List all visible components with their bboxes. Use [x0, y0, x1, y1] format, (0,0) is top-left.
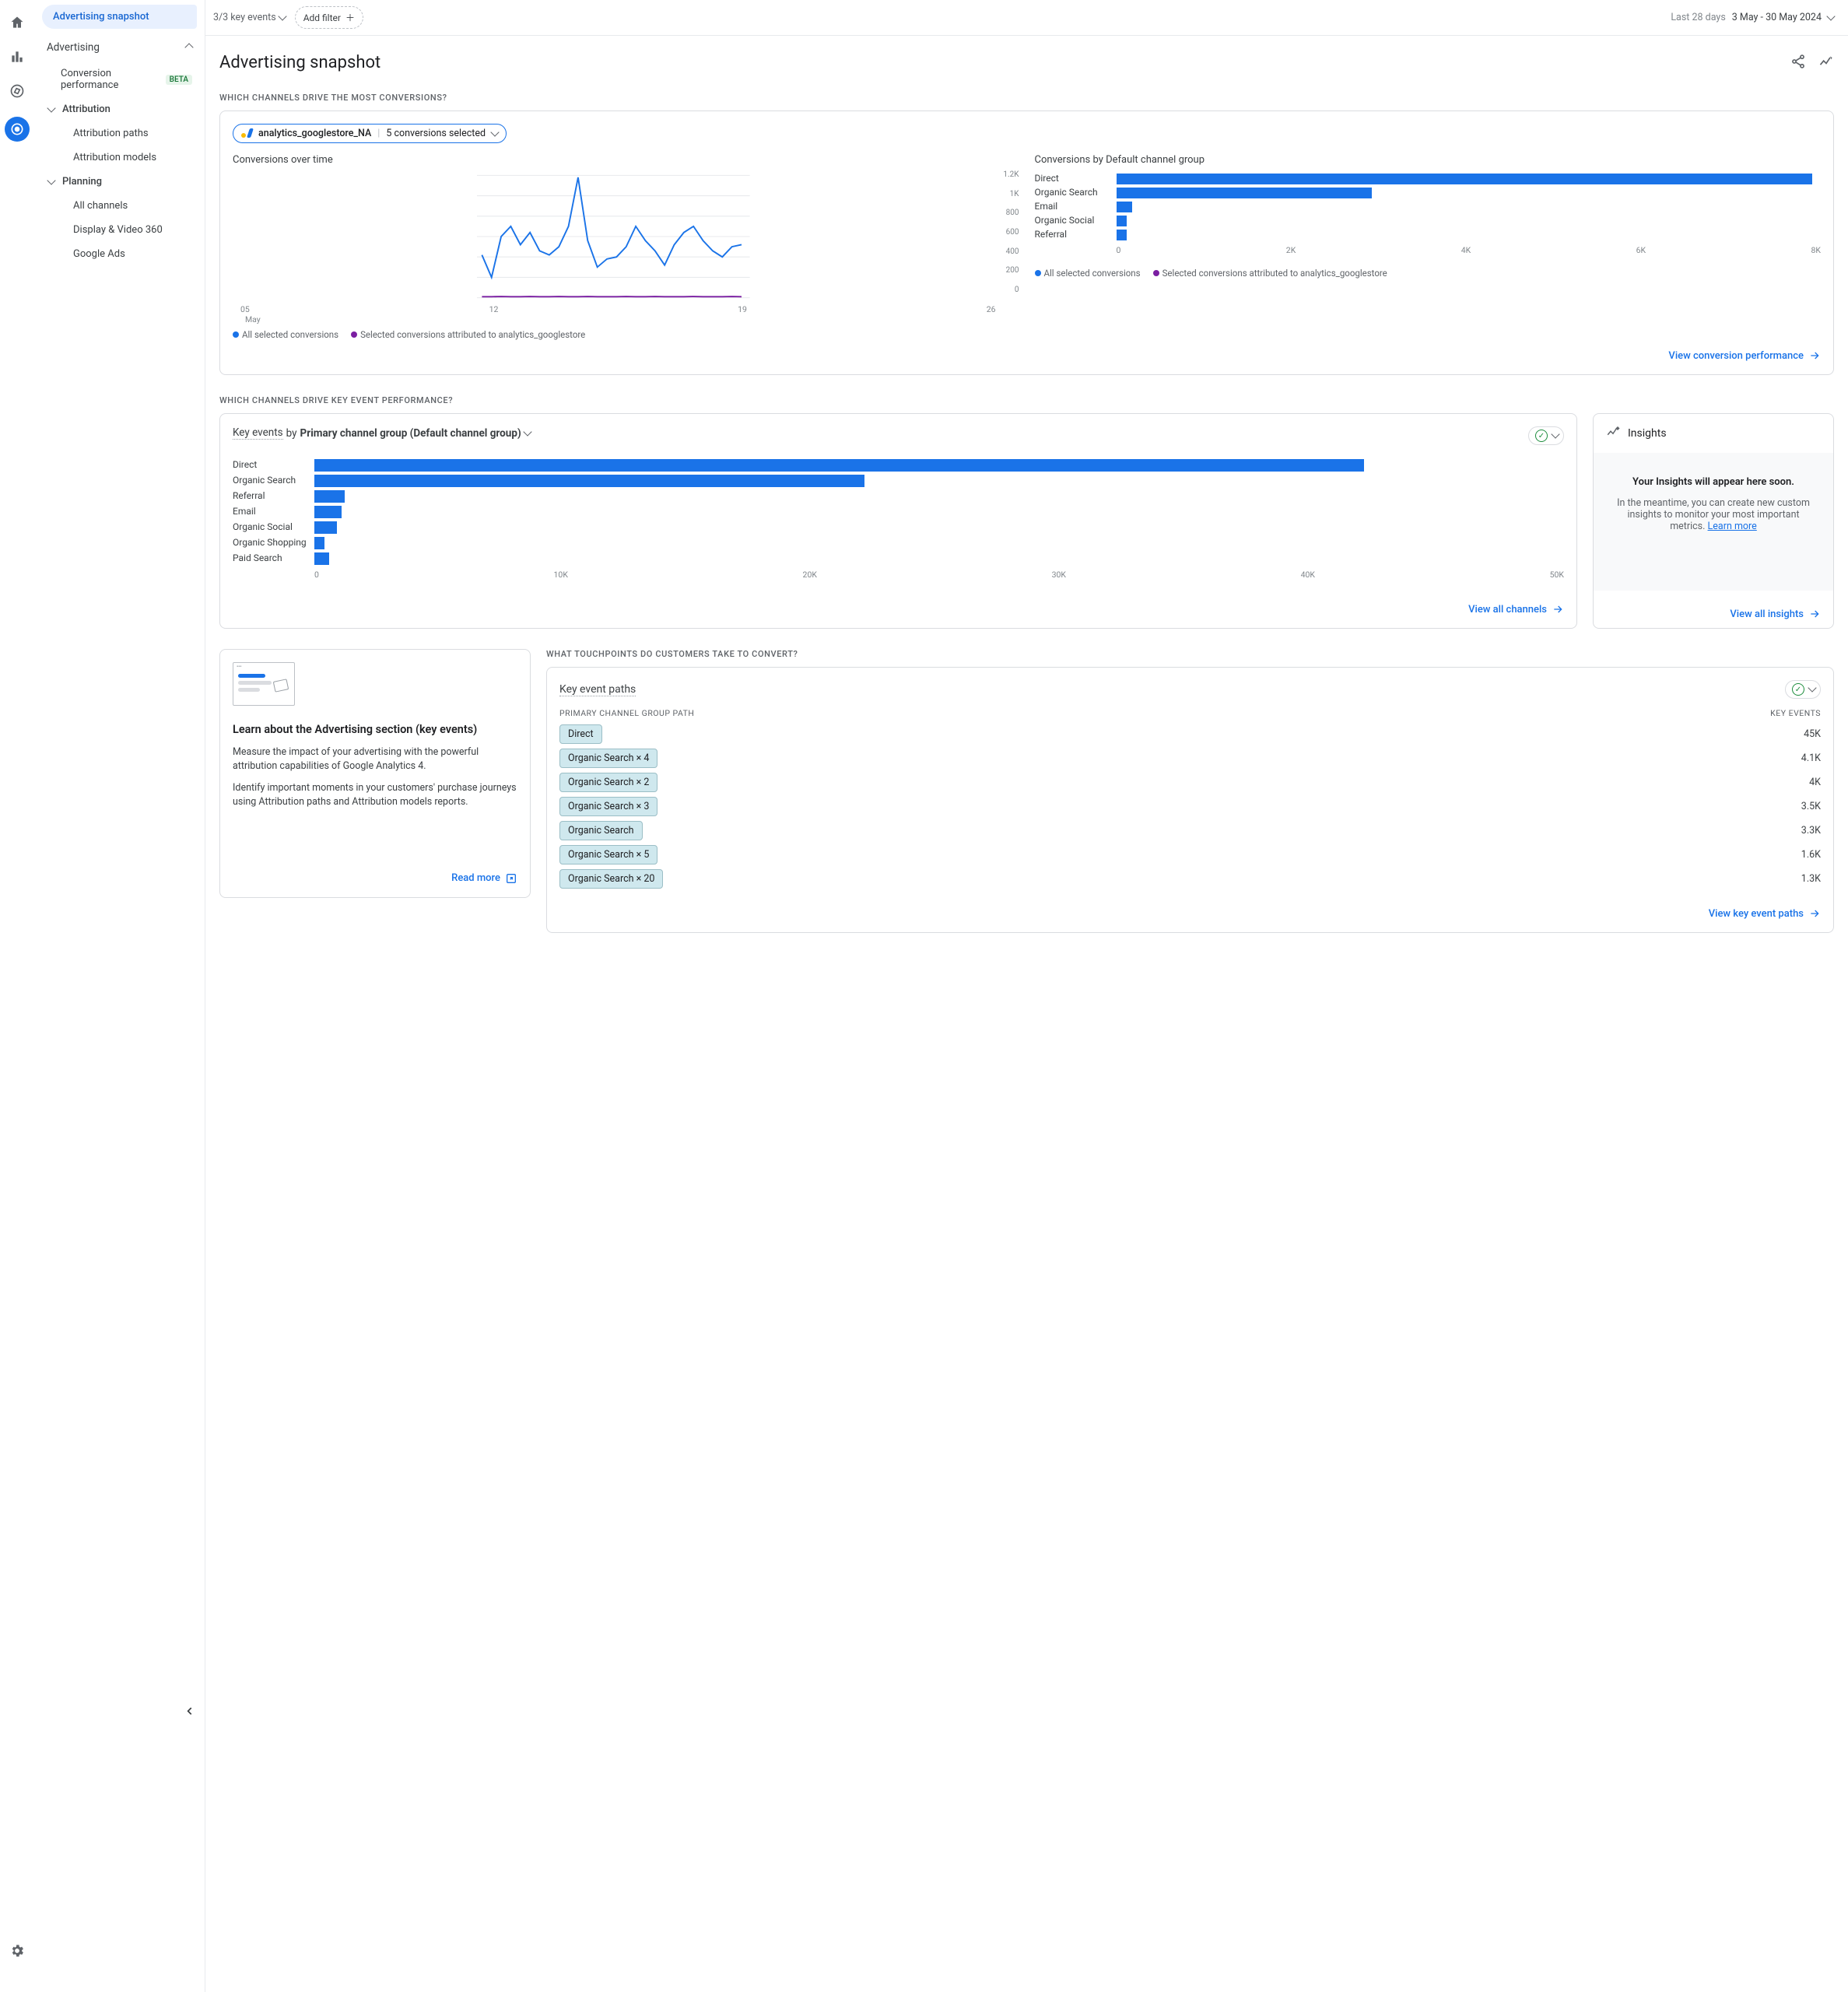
key-event-paths-card: Key event paths ✓ PRIMARY CHANNEL GROUP …	[546, 667, 1834, 933]
bar-chart: Direct Organic Search Email Organic Social R…	[1035, 174, 1822, 240]
share-icon[interactable]	[1790, 54, 1806, 72]
read-more-link[interactable]: Read more	[451, 872, 517, 885]
bar-row: Organic Search	[1035, 188, 1822, 198]
sidebar-item-conversion-performance[interactable]: Conversion performance BETA	[34, 61, 205, 97]
sidebar-item-attribution-paths[interactable]: Attribution paths	[34, 121, 205, 146]
channel-chip: Organic Search × 20	[559, 869, 663, 889]
chart-legend: All selected conversions Selected conver…	[1035, 268, 1822, 279]
page-title: Advertising snapshot	[219, 53, 380, 72]
chart-legend: All selected conversions Selected conver…	[233, 329, 1019, 340]
chevron-down-icon	[1551, 430, 1559, 438]
learn-card: Learn about the Advertising section (key…	[219, 649, 531, 898]
nav-rail	[0, 0, 34, 1992]
sidebar: Advertising snapshot Advertising Convers…	[34, 0, 205, 1992]
sidebar-item-all-channels[interactable]: All channels	[34, 194, 205, 218]
bar-row: Organic Social	[233, 521, 1564, 534]
analytics-logo-icon	[241, 128, 252, 139]
insights-card: Insights Your Insights will appear here …	[1593, 413, 1834, 629]
topbar: 3/3 key events Add filter ＋ Last 28 days…	[205, 0, 1848, 36]
bar-row: Email	[233, 506, 1564, 518]
chart-title: Conversions over time	[233, 154, 1019, 166]
path-row: Organic Search × 51.6K	[559, 845, 1821, 864]
chevron-down-icon	[47, 176, 55, 184]
chevron-down-icon	[278, 12, 286, 20]
path-row: Organic Search3.3K	[559, 821, 1821, 840]
status-dropdown[interactable]: ✓	[1528, 426, 1564, 445]
x-axis-labels: 010K20K30K40K50K	[233, 570, 1564, 580]
bar-row: Organic Shopping	[233, 537, 1564, 549]
check-icon: ✓	[1535, 430, 1548, 442]
key-events-card: Key events by Primary channel group (Def…	[219, 413, 1577, 629]
sidebar-item-attribution[interactable]: Attribution	[34, 97, 205, 121]
path-row: Organic Search × 33.5K	[559, 797, 1821, 816]
x-axis-labels: 02K4K6K8K	[1035, 245, 1822, 255]
chevron-up-icon	[184, 43, 193, 51]
channel-chip: Organic Search × 4	[559, 749, 657, 768]
bar-row: Organic Search	[233, 475, 1564, 487]
sidebar-item-attribution-models[interactable]: Attribution models	[34, 146, 205, 170]
chevron-down-icon	[523, 427, 531, 436]
main-content: 3/3 key events Add filter ＋ Last 28 days…	[205, 0, 1848, 1992]
insights-title: Insights	[1628, 427, 1667, 440]
line-chart: 02004006008001K1.2K	[233, 170, 1019, 303]
status-dropdown[interactable]: ✓	[1785, 680, 1821, 699]
channel-chip: Organic Search	[559, 821, 643, 840]
source-selector-pill[interactable]: analytics_googlestore_NA | 5 conversions…	[233, 124, 507, 143]
sparkle-icon	[1606, 425, 1620, 442]
chevron-down-icon	[1808, 683, 1816, 692]
settings-icon[interactable]	[9, 1942, 26, 1959]
bar-row: Email	[1035, 202, 1822, 212]
view-all-channels-link[interactable]: View all channels	[1468, 603, 1564, 615]
learn-more-link[interactable]: Learn more	[1708, 521, 1757, 532]
home-icon[interactable]	[9, 14, 26, 31]
chevron-down-icon	[1826, 12, 1835, 20]
view-key-event-paths-link[interactable]: View key event paths	[1709, 907, 1821, 920]
reports-icon[interactable]	[9, 48, 26, 65]
paths-title: Key event paths	[559, 683, 636, 696]
insights-icon[interactable]	[1818, 54, 1834, 72]
bar-row: Referral	[1035, 230, 1822, 240]
sidebar-item-planning[interactable]: Planning	[34, 170, 205, 194]
bar-row: Referral	[233, 490, 1564, 503]
path-row: Organic Search × 44.1K	[559, 749, 1821, 768]
advertising-icon[interactable]	[5, 117, 30, 142]
bar-row: Paid Search	[233, 552, 1564, 565]
sidebar-item-dv360[interactable]: Display & Video 360	[34, 218, 205, 242]
channel-chip: Organic Search × 2	[559, 773, 657, 792]
chart-title: Conversions by Default channel group	[1035, 154, 1822, 166]
path-row: Direct45K	[559, 724, 1821, 744]
explore-icon[interactable]	[9, 82, 26, 100]
path-row: Organic Search × 201.3K	[559, 869, 1821, 889]
channel-chip: Direct	[559, 724, 602, 744]
learn-heading: Learn about the Advertising section (key…	[233, 723, 517, 736]
add-filter-button[interactable]: Add filter ＋	[295, 6, 363, 29]
section-label: WHAT TOUCHPOINTS DO CUSTOMERS TAKE TO CO…	[546, 649, 1834, 659]
sidebar-item-snapshot[interactable]: Advertising snapshot	[42, 5, 197, 29]
learn-illustration	[233, 662, 295, 706]
path-row: Organic Search × 24K	[559, 773, 1821, 792]
channel-chip: Organic Search × 5	[559, 845, 657, 864]
section-label: WHICH CHANNELS DRIVE THE MOST CONVERSION…	[219, 93, 1834, 103]
key-events-dropdown[interactable]: 3/3 key events	[213, 12, 286, 23]
date-range-picker[interactable]: Last 28 days 3 May - 30 May 2024	[1671, 12, 1834, 23]
chevron-down-icon	[47, 103, 55, 112]
channel-chip: Organic Search × 3	[559, 797, 657, 816]
bar-chart: Direct Organic Search Referral Email Organic…	[233, 459, 1564, 565]
sidebar-item-google-ads[interactable]: Google Ads	[34, 242, 205, 266]
view-conversion-performance-link[interactable]: View conversion performance	[1668, 349, 1821, 362]
chevron-down-icon	[490, 128, 499, 136]
section-label: WHICH CHANNELS DRIVE KEY EVENT PERFORMAN…	[219, 395, 1834, 405]
plus-icon: ＋	[345, 11, 355, 24]
collapse-sidebar-button[interactable]	[184, 1706, 195, 1720]
sidebar-group-advertising[interactable]: Advertising	[34, 33, 205, 61]
bar-row: Direct	[233, 459, 1564, 472]
beta-badge: BETA	[166, 75, 192, 85]
conversions-card: analytics_googlestore_NA | 5 conversions…	[219, 110, 1834, 375]
view-all-insights-link[interactable]: View all insights	[1730, 608, 1821, 620]
check-icon: ✓	[1792, 683, 1804, 696]
bar-row: Organic Social	[1035, 216, 1822, 226]
key-events-title[interactable]: Key events by Primary channel group (Def…	[233, 426, 531, 440]
bar-row: Direct	[1035, 174, 1822, 184]
